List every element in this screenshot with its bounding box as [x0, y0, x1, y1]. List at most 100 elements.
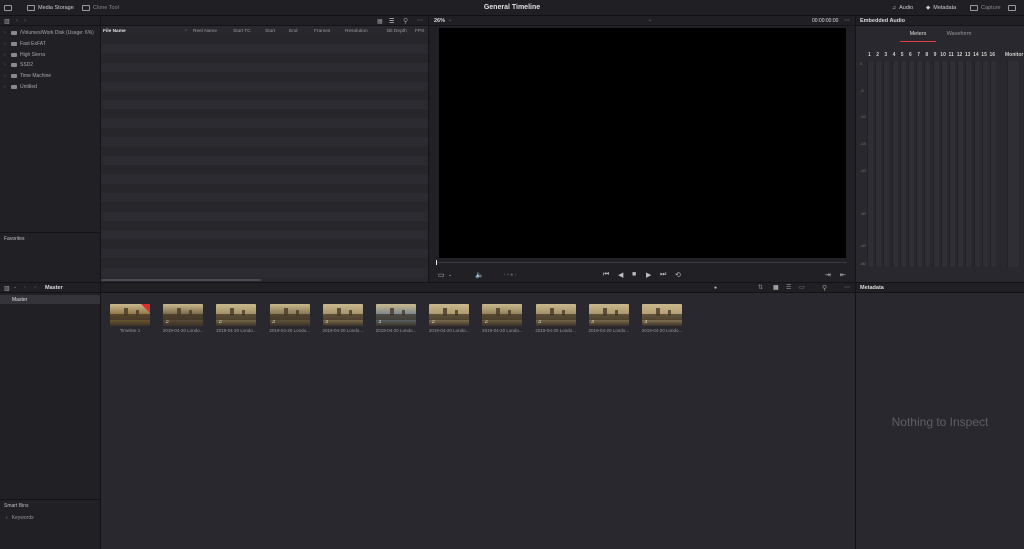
thumbnail-size-slider[interactable]: ● — [714, 285, 717, 291]
file-row — [101, 248, 428, 258]
volume-item[interactable]: › Time Machine — [4, 71, 51, 81]
mark-in-icon[interactable]: ⇥ — [825, 271, 831, 279]
smart-bin-keywords[interactable]: › Keywords — [6, 515, 34, 521]
bin-item-master[interactable]: Master — [0, 295, 100, 304]
clip-thumbnail[interactable]: ♫ — [642, 304, 682, 326]
column-header[interactable]: Start TC — [233, 29, 251, 34]
mark-out-icon[interactable]: ⇤ — [840, 271, 846, 279]
thumbnail-view-icon[interactable]: ▦ — [773, 284, 779, 291]
play-icon[interactable]: ▶ — [646, 271, 651, 279]
pool-more-icon[interactable]: ⋯ — [844, 284, 850, 291]
expand-chevron-icon: › — [4, 84, 6, 90]
stop-icon[interactable]: ■ — [632, 271, 636, 278]
clip-thumbnail[interactable]: ♫ — [376, 304, 416, 326]
clip-thumbnail[interactable] — [110, 304, 150, 326]
metadata-view-icon[interactable]: ▭ — [799, 284, 805, 291]
column-header[interactable]: Bit Depth — [387, 29, 407, 34]
playhead[interactable] — [436, 260, 437, 265]
sidebar-toggle-icon[interactable]: ▥ — [4, 18, 10, 25]
zoom-level[interactable]: 26% — [434, 18, 445, 24]
clip-thumbnail[interactable]: ♫ — [163, 304, 204, 326]
bin-sidebar-chevron-icon[interactable]: ⌄ — [13, 284, 17, 290]
viewer-mode-chevron-icon[interactable]: ⌄ — [448, 272, 452, 278]
audio-clip-icon: ♫ — [590, 319, 595, 325]
channel-meter — [957, 61, 964, 267]
channel-label: 3 — [884, 52, 888, 58]
volume-item[interactable]: › /Volumes/Work Disk (Usage: 6%) — [4, 28, 94, 38]
skip-to-end-icon[interactable]: ⏭ — [660, 271, 666, 279]
list-view-icon[interactable]: ☰ — [389, 18, 394, 25]
viewer-mode-icon[interactable]: ▭ — [438, 271, 445, 279]
file-browser-scrollbar[interactable] — [101, 279, 261, 281]
volume-item[interactable]: › SSD2 — [4, 60, 33, 70]
monitor-meter — [1007, 61, 1019, 267]
clip-skyline — [482, 314, 523, 320]
clip-label: 2019-04-20 Londo... — [535, 328, 576, 333]
clip-thumbnail[interactable]: ♫ — [535, 304, 576, 326]
file-row — [101, 230, 428, 240]
grid-view-icon[interactable]: ▦ — [377, 18, 383, 25]
drive-icon — [11, 41, 17, 46]
audio-clip-icon: ♫ — [165, 319, 169, 325]
clip-label: 2019-04-20 Londo... — [428, 328, 470, 333]
clip-thumbnail[interactable]: ♫ — [482, 304, 523, 326]
jog-control[interactable]: ‹ • ● › — [504, 272, 516, 278]
volume-item[interactable]: › Fast ExFAT — [4, 39, 46, 49]
clip-spire — [295, 310, 299, 316]
audio-clip-icon: ♫ — [537, 319, 542, 325]
column-header[interactable]: File Name — [103, 29, 126, 34]
file-row — [101, 258, 428, 268]
column-header[interactable]: End — [289, 29, 298, 34]
viewer-options-chevron-icon[interactable]: ⌄ — [648, 17, 652, 23]
media-pool: Master ● ⇅ ▦ ☰ ▭ ⚲ ⋯ — [45, 283, 855, 549]
column-header[interactable]: Frames — [314, 29, 330, 34]
clip-thumbnail[interactable]: ♫ — [216, 304, 257, 326]
sort-icon[interactable]: ⇅ — [758, 284, 763, 291]
audio-button[interactable]: ♫ Audio — [892, 3, 913, 13]
column-header[interactable]: Resolution — [345, 29, 368, 34]
loop-icon[interactable]: ⟲ — [675, 271, 681, 279]
tab-waveform[interactable]: Waveform — [940, 31, 978, 37]
monitor-button[interactable] — [1008, 3, 1016, 13]
clip-thumbnail[interactable]: ♫ — [588, 304, 629, 326]
nothing-to-inspect: Nothing to Inspect — [891, 415, 989, 429]
file-row — [101, 202, 428, 212]
capture-button[interactable]: Capture — [970, 3, 1001, 13]
search-icon[interactable]: ⚲ — [403, 17, 408, 25]
bin-sidebar-toggle-icon[interactable]: ▥ — [4, 285, 10, 292]
clip-skyline — [535, 314, 576, 320]
forward-icon[interactable]: › — [24, 18, 26, 24]
bin-forward-icon[interactable]: › — [34, 285, 36, 291]
volume-icon[interactable]: 🔈 — [475, 271, 484, 279]
scrubber-track[interactable] — [436, 262, 847, 263]
volume-label: Untitled — [20, 84, 37, 90]
zoom-dropdown-icon[interactable]: ⌄ — [448, 17, 452, 23]
video-viewer[interactable] — [439, 28, 846, 258]
viewer-more-icon[interactable]: ⋯ — [844, 17, 850, 24]
column-header[interactable]: FPS — [415, 29, 424, 34]
capture-label: Capture — [981, 5, 1001, 11]
metadata-button[interactable]: ◆ Metadata — [926, 3, 956, 13]
clip-label: 2019-04-20 Londo... — [588, 328, 630, 333]
channel-meter — [940, 61, 947, 267]
volume-item[interactable]: › Untitled — [4, 82, 37, 92]
more-options-icon[interactable]: ⋯ — [417, 17, 423, 24]
back-icon[interactable]: ‹ — [16, 18, 18, 24]
skip-to-start-icon[interactable]: ⏮ — [603, 271, 609, 279]
pool-search-icon[interactable]: ⚲ — [822, 284, 827, 292]
drive-icon — [11, 31, 17, 35]
expand-chevron-icon: › — [4, 73, 6, 80]
tab-meters[interactable]: Meters — [900, 31, 936, 37]
monitor-icon — [1008, 5, 1016, 11]
list-view-icon-pool[interactable]: ☰ — [786, 284, 791, 291]
clip-thumbnail[interactable]: ♫ — [322, 304, 363, 326]
volume-item[interactable]: › High Sierra — [4, 50, 45, 60]
clip-skyline — [642, 314, 682, 320]
column-header[interactable]: Reel Name — [193, 29, 217, 34]
play-reverse-icon[interactable]: ◀ — [618, 271, 623, 279]
column-header[interactable]: Start — [265, 29, 275, 34]
bin-back-icon[interactable]: ‹ — [24, 285, 26, 291]
clip-thumbnail[interactable]: ♫ — [429, 304, 470, 326]
clip-thumbnail[interactable]: ♫ — [269, 304, 310, 326]
file-row — [101, 62, 428, 72]
